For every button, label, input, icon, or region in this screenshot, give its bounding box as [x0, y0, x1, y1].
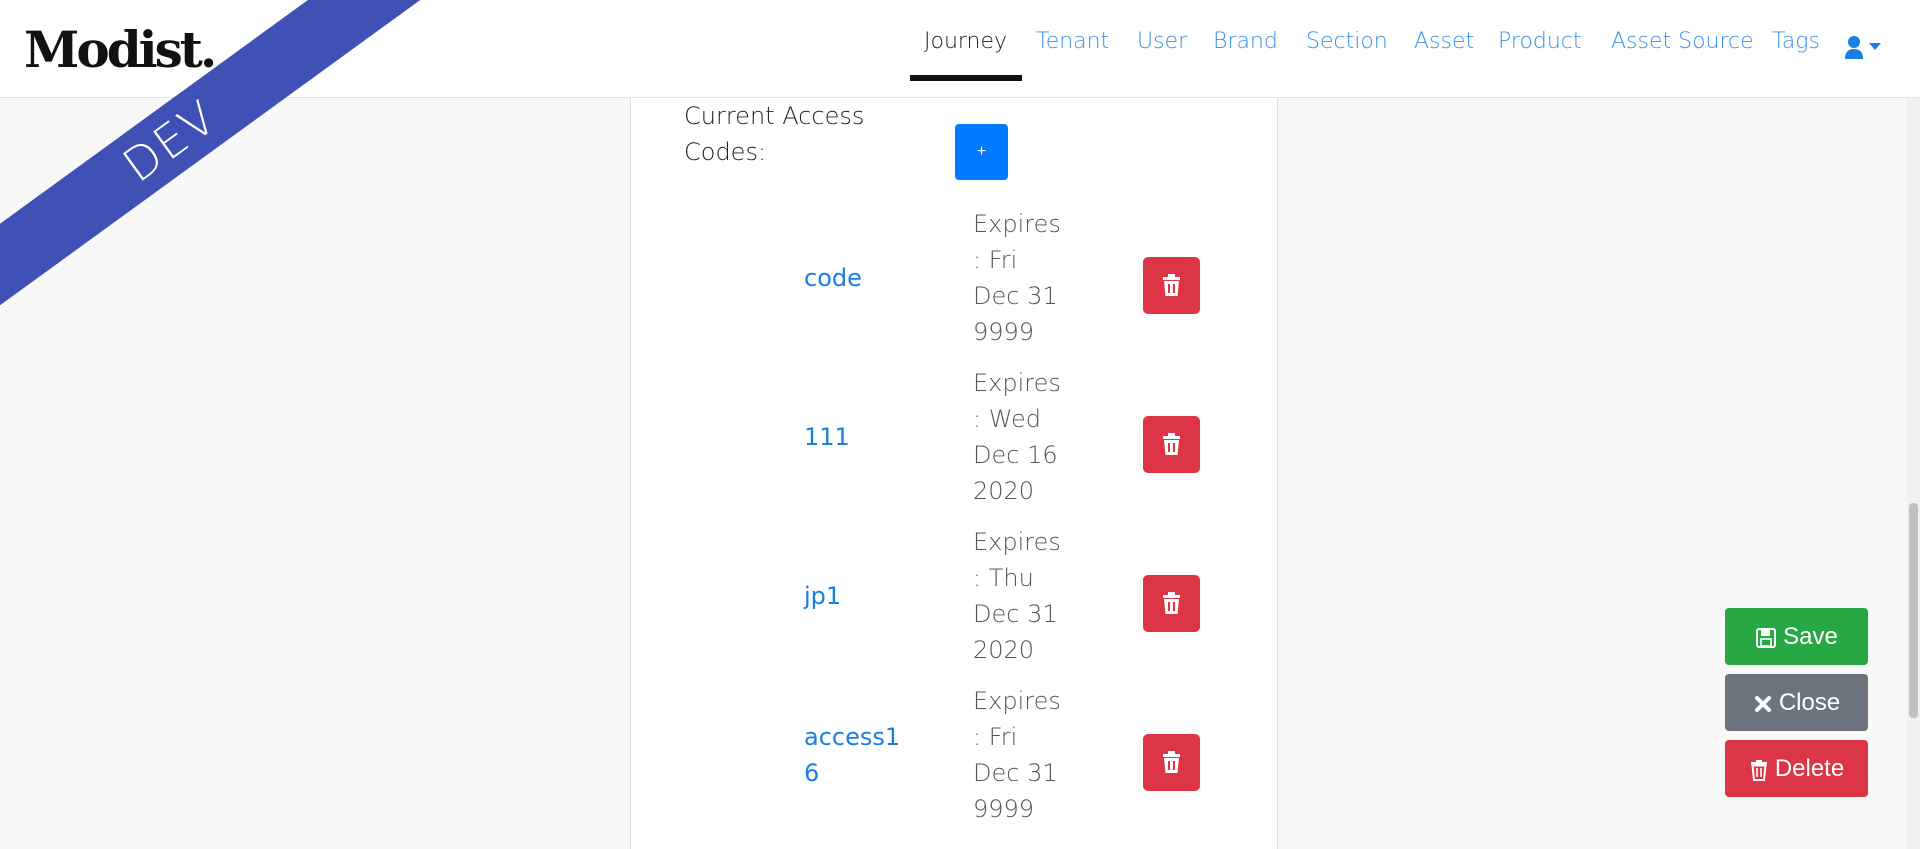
access-code-link[interactable]: access16: [804, 719, 914, 791]
close-button[interactable]: Close: [1725, 674, 1868, 731]
access-code-row: 111 Expires : Wed Dec 16 2020: [631, 365, 1279, 525]
delete-access-code-button[interactable]: [1143, 257, 1200, 314]
access-codes-label: Current Access Codes:: [684, 102, 865, 166]
access-code-row: jp1 Expires : Thu Dec 31 2020: [631, 524, 1279, 684]
nav-item-tenant[interactable]: Tenant: [1036, 29, 1109, 54]
access-code-expiry: Expires : Fri Dec 31 9999: [973, 210, 1061, 346]
active-nav-indicator: [910, 75, 1022, 81]
nav-item-brand[interactable]: Brand: [1213, 29, 1278, 54]
nav-item-product[interactable]: Product: [1498, 29, 1582, 54]
nav-links: Journey Tenant User Brand Section Asset …: [0, 0, 1920, 98]
save-button[interactable]: Save: [1725, 608, 1868, 665]
user-icon: [1845, 36, 1881, 59]
trash-icon: [1750, 759, 1767, 781]
delete-label: Delete: [1774, 755, 1845, 782]
access-code-row: code Expires : Fri Dec 31 9999: [631, 206, 1279, 366]
trash-icon: [1163, 433, 1180, 455]
trash-icon: [1163, 751, 1180, 773]
access-code-expiry: Expires : Wed Dec 16 2020: [973, 369, 1061, 505]
nav-item-section[interactable]: Section: [1306, 29, 1388, 54]
nav-item-user[interactable]: User: [1137, 29, 1187, 54]
nav-item-tags[interactable]: Tags: [1772, 29, 1820, 54]
save-label: Save: [1783, 623, 1838, 650]
scrollbar-thumb[interactable]: [1909, 503, 1918, 718]
caret-down-icon: [1869, 43, 1881, 50]
page-scrollbar[interactable]: [1907, 98, 1920, 849]
top-navbar: Modist. Journey Tenant User Brand Sectio…: [0, 0, 1920, 98]
delete-access-code-button[interactable]: [1143, 575, 1200, 632]
user-menu-toggle[interactable]: [1845, 35, 1887, 61]
nav-item-journey[interactable]: Journey: [924, 29, 1007, 54]
times-icon: [1754, 695, 1771, 712]
access-code-expiry: Expires : Thu Dec 31 2020: [973, 528, 1061, 664]
trash-icon: [1163, 274, 1180, 296]
close-label: Close: [1778, 689, 1841, 716]
delete-access-code-button[interactable]: [1143, 734, 1200, 791]
add-access-code-button[interactable]: +: [955, 124, 1008, 180]
access-code-row: access16 Expires : Fri Dec 31 9999: [631, 683, 1279, 843]
access-code-link[interactable]: 111: [804, 419, 914, 455]
access-code-expiry: Expires : Fri Dec 31 9999: [973, 687, 1061, 823]
nav-item-asset[interactable]: Asset: [1414, 29, 1474, 54]
floppy-disk-icon: [1756, 627, 1777, 648]
access-codes-panel: Current Access Codes: + code Expires : F…: [630, 98, 1278, 849]
access-code-link[interactable]: code: [804, 260, 914, 296]
delete-button[interactable]: Delete: [1725, 740, 1868, 797]
trash-icon: [1163, 592, 1180, 614]
access-code-link[interactable]: jp1: [804, 578, 914, 614]
nav-item-asset-source[interactable]: Asset Source: [1611, 29, 1754, 54]
delete-access-code-button[interactable]: [1143, 416, 1200, 473]
